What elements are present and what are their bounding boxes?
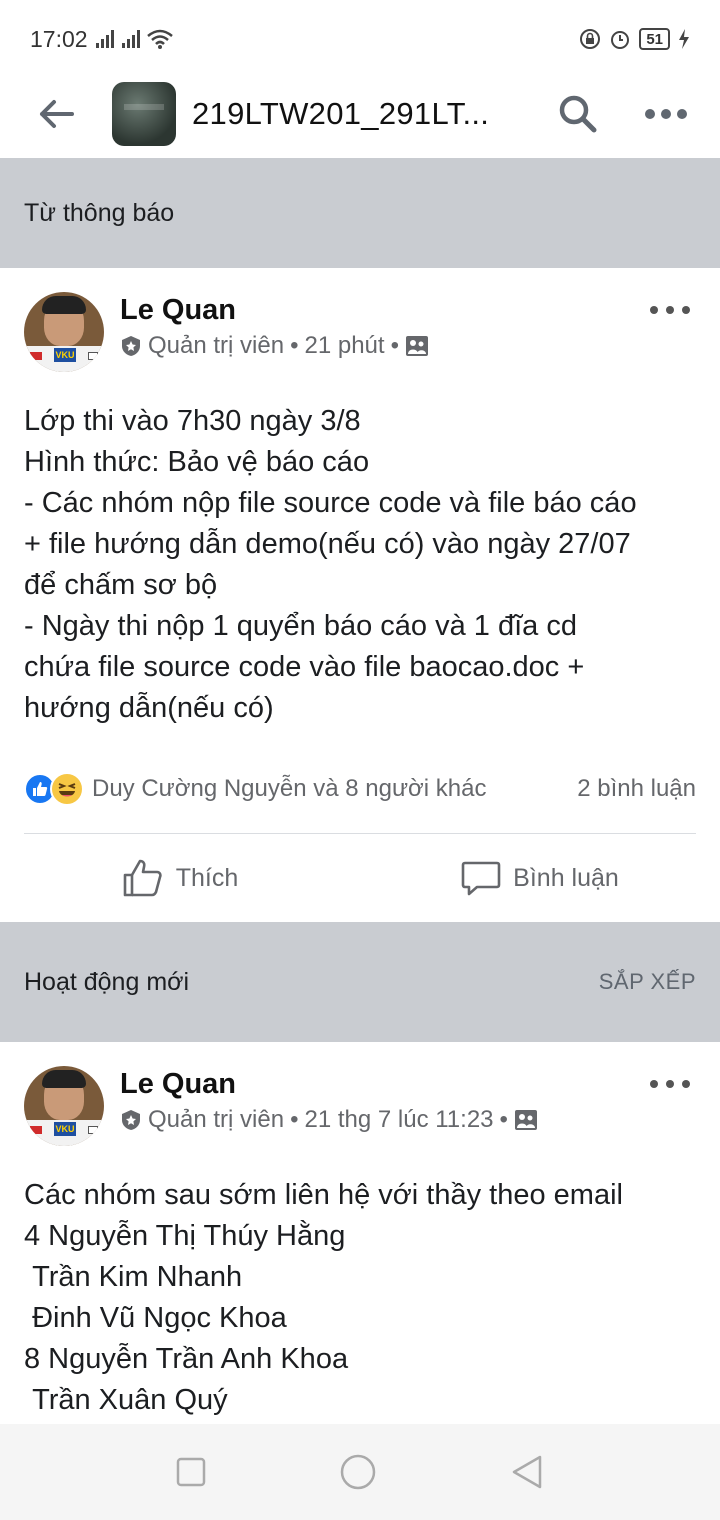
more-dot-icon (666, 306, 674, 314)
comment-button[interactable]: Bình luận (360, 834, 720, 922)
more-dot-icon (650, 1080, 658, 1088)
post-options-button[interactable] (650, 1074, 690, 1094)
meta-dot: • (290, 1106, 299, 1133)
battery-level: 51 (646, 30, 663, 48)
pinned-section-header: Từ thông báo (0, 158, 720, 268)
post-options-button[interactable] (650, 300, 690, 320)
post-time[interactable]: 21 phút (304, 332, 384, 360)
meta-dot: • (499, 1106, 508, 1133)
haha-reaction-icon (50, 772, 84, 806)
charging-icon (679, 29, 689, 49)
post-time[interactable]: 21 thg 7 lúc 11:23 (304, 1106, 493, 1134)
recents-square-icon[interactable] (176, 1457, 206, 1487)
post-actions: Thích Bình luận (0, 834, 720, 922)
group-cover-thumbnail[interactable] (112, 82, 176, 146)
more-dot-icon (682, 306, 690, 314)
post-author[interactable]: Le Quan (120, 294, 236, 327)
group-audience-icon (405, 336, 428, 356)
meta-dot: • (290, 332, 299, 359)
comments-count[interactable]: 2 bình luận (577, 775, 696, 803)
avatar-badge: VKU (54, 348, 76, 362)
admin-shield-icon (122, 1110, 140, 1130)
sort-button[interactable]: SẮP XẾP (599, 969, 696, 995)
like-label: Thích (175, 863, 239, 892)
battery-icon: 51 (639, 28, 670, 50)
back-arrow-icon[interactable] (38, 99, 74, 129)
back-triangle-icon[interactable] (510, 1454, 544, 1490)
like-button[interactable]: Thích (0, 834, 360, 922)
more-dot-icon (666, 1080, 674, 1088)
pinned-section-title: Từ thông báo (24, 198, 175, 227)
admin-shield-icon (122, 336, 140, 356)
status-time: 17:02 (30, 25, 88, 52)
reaction-icons (24, 772, 84, 806)
signal-2-icon (121, 30, 140, 48)
lock-rotation-icon (580, 29, 601, 49)
more-dot-icon (650, 306, 658, 314)
more-dot-icon (682, 1080, 690, 1088)
alarm-icon (611, 31, 630, 49)
activity-section-title: Hoạt động mới (24, 967, 190, 996)
reactions-bar[interactable]: Duy Cường Nguyễn và 8 người khác 2 bình … (0, 759, 720, 819)
post-body: Các nhóm sau sớm liên hệ với thầy theo e… (24, 1179, 623, 1416)
more-horizontal-icon[interactable] (644, 108, 688, 120)
group-audience-icon (514, 1110, 537, 1130)
search-icon[interactable] (556, 92, 600, 136)
meta-dot: • (390, 332, 399, 359)
signal-1-icon (95, 30, 114, 48)
post-header: VKU Le Quan Quản trị viên • 21 thg 7 lúc… (0, 1042, 720, 1146)
post-meta: Quản trị viên • 21 phút • (120, 332, 429, 360)
comment-label: Bình luận (513, 863, 619, 892)
group-title[interactable]: 219LTW201_291LT... (192, 96, 489, 132)
post-body: Lớp thi vào 7h30 ngày 3/8 Hình thức: Bảo… (24, 405, 637, 724)
comment-bubble-icon (461, 861, 501, 896)
post-role: Quản trị viên (148, 1106, 285, 1133)
post-meta: Quản trị viên • 21 thg 7 lúc 11:23 • (120, 1106, 538, 1134)
activity-section-header: Hoạt động mới SẮP XẾP (0, 922, 720, 1042)
post-author[interactable]: Le Quan (120, 1068, 236, 1101)
avatar[interactable]: VKU (24, 1066, 104, 1146)
recent-post: VKU Le Quan Quản trị viên • 21 thg 7 lúc… (0, 1042, 720, 1424)
avatar-badge: VKU (54, 1122, 76, 1136)
post-role: Quản trị viên (148, 332, 285, 359)
post-header: VKU Le Quan Quản trị viên • 21 phút • (0, 268, 720, 372)
pinned-post: VKU Le Quan Quản trị viên • 21 phút • Lớ… (0, 268, 720, 922)
system-nav-bar (0, 1424, 720, 1520)
reactions-text[interactable]: Duy Cường Nguyễn và 8 người khác (92, 775, 486, 803)
wifi-icon (146, 29, 173, 49)
app-bar: 219LTW201_291LT... (0, 70, 720, 158)
avatar[interactable]: VKU (24, 292, 104, 372)
thumbs-up-icon (123, 859, 162, 897)
status-bar: 17:02 51 (0, 0, 720, 78)
home-circle-icon[interactable] (339, 1453, 377, 1491)
